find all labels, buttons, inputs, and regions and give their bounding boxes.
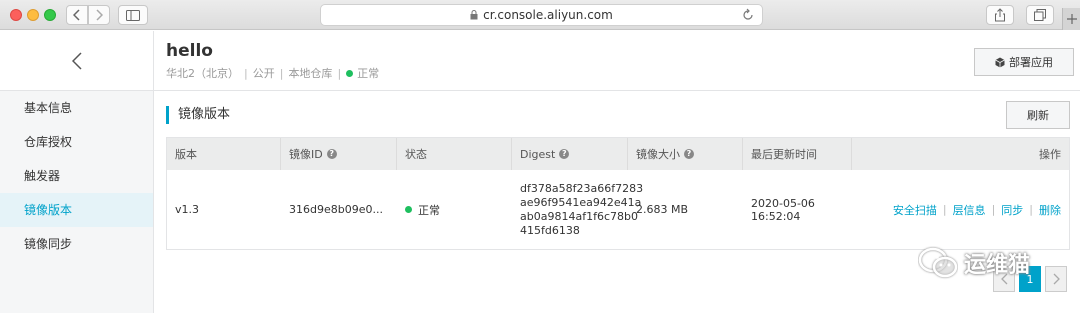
cell-version: v1.3: [175, 203, 200, 216]
visibility-label: 公开: [252, 67, 275, 80]
digest-line: df378a58f23a66f7283: [520, 181, 644, 195]
chevron-left-icon: [71, 51, 82, 70]
column-header-digest: Digest?: [512, 138, 628, 170]
sidebar-menu: 基本信息 仓库授权 触发器 镜像版本 镜像同步: [0, 91, 153, 261]
image-versions-table: 版本 镜像ID? 状态 Digest? 镜像大小? 最后更新时间 操作 v1.3…: [166, 137, 1070, 250]
column-header-status: 状态: [397, 138, 512, 170]
repo-status: 正常: [357, 67, 380, 80]
chevron-right-icon: [96, 9, 103, 21]
lock-icon: [470, 10, 478, 20]
help-icon[interactable]: ?: [684, 149, 694, 159]
digest-line: 415fd6138: [520, 223, 580, 237]
layer-info-link[interactable]: 层信息: [953, 202, 986, 218]
sidebar: 基本信息 仓库授权 触发器 镜像版本 镜像同步: [0, 31, 154, 313]
cube-icon: [995, 57, 1005, 67]
cell-digest: df378a58f23a66f7283 ae96f9541ea942e41a a…: [512, 170, 643, 249]
table-row: v1.3 316d9e8b09e0... 正常 df378a58f23a66f7…: [167, 170, 1069, 250]
page-header: hello 华北2（北京） | 公开 | 本地仓库 | 正常 部署应用: [154, 31, 1080, 91]
column-header-size: 镜像大小?: [628, 138, 743, 170]
url-text: cr.console.aliyun.com: [483, 8, 613, 22]
digest-line: ab0a9814af1f6c78b0: [520, 209, 638, 223]
sidebar-item-image-sync[interactable]: 镜像同步: [0, 227, 153, 261]
sidebar-item-image-versions[interactable]: 镜像版本: [0, 193, 153, 227]
column-header-version: 版本: [167, 138, 281, 170]
tabs-overview-button[interactable]: [1026, 5, 1054, 25]
share-button[interactable]: [986, 5, 1014, 25]
section-title: 镜像版本: [166, 106, 230, 124]
sidebar-item-basic-info[interactable]: 基本信息: [0, 91, 153, 125]
browser-toolbar: cr.console.aliyun.com: [0, 0, 1080, 30]
deploy-app-label: 部署应用: [1009, 56, 1053, 69]
divider: |: [337, 66, 342, 80]
cell-updated: 2020-05-06 16:52:04: [751, 196, 815, 223]
table-header: 版本 镜像ID? 状态 Digest? 镜像大小? 最后更新时间 操作: [167, 138, 1069, 170]
browser-back-button[interactable]: [66, 5, 88, 25]
sync-link[interactable]: 同步: [1001, 202, 1023, 218]
delete-link[interactable]: 删除: [1039, 202, 1061, 218]
close-window-button[interactable]: [10, 9, 22, 21]
region-label: 华北2（北京）: [166, 67, 239, 80]
reload-icon[interactable]: [742, 8, 754, 22]
back-button[interactable]: [0, 31, 153, 91]
sidebar-toggle-button[interactable]: [118, 5, 148, 25]
divider: |: [1029, 203, 1033, 216]
browser-forward-button[interactable]: [88, 5, 110, 25]
address-bar[interactable]: cr.console.aliyun.com: [320, 4, 763, 26]
next-page-button[interactable]: [1045, 266, 1067, 292]
cell-size: 2.683 MB: [636, 203, 689, 216]
status-dot-icon: [405, 206, 412, 213]
deploy-app-button[interactable]: 部署应用: [974, 48, 1074, 76]
watermark: 运维猫: [918, 246, 1030, 280]
column-header-updated: 最后更新时间: [743, 138, 852, 170]
repo-type-label: 本地仓库: [288, 67, 333, 80]
watermark-text: 运维猫: [964, 253, 1031, 278]
divider: |: [244, 66, 248, 80]
column-header-image-id: 镜像ID?: [281, 138, 397, 170]
tabs-icon: [1034, 9, 1046, 21]
status-dot-icon: [346, 69, 354, 77]
divider: |: [991, 203, 996, 216]
refresh-button[interactable]: 刷新: [1006, 101, 1070, 129]
chevron-right-icon: [1053, 273, 1060, 285]
plus-icon: [1066, 14, 1077, 24]
divider: |: [942, 203, 947, 216]
repo-meta: 华北2（北京） | 公开 | 本地仓库 | 正常: [166, 65, 379, 81]
digest-line: ae96f9541ea942e41a: [520, 195, 642, 209]
help-icon[interactable]: ?: [326, 149, 337, 159]
sidebar-item-repo-auth[interactable]: 仓库授权: [0, 125, 153, 159]
status-text: 正常: [418, 203, 440, 217]
new-tab-button[interactable]: [1062, 8, 1080, 30]
sidebar-icon: [126, 9, 140, 21]
share-icon: [995, 8, 1005, 22]
divider: |: [279, 66, 284, 80]
sidebar-item-triggers[interactable]: 触发器: [0, 159, 153, 193]
cell-image-id: 316d9e8b09e0...: [289, 203, 383, 216]
minimize-window-button[interactable]: [27, 9, 39, 21]
security-scan-link[interactable]: 安全扫描: [893, 202, 937, 218]
help-icon[interactable]: ?: [559, 149, 570, 159]
zoom-window-button[interactable]: [44, 9, 56, 21]
cell-status: 正常: [397, 170, 512, 249]
page-title: hello: [166, 41, 213, 61]
chevron-left-icon: [73, 9, 80, 21]
wechat-icon: [918, 247, 958, 278]
column-header-actions: 操作: [1039, 148, 1061, 161]
cell-actions: 安全扫描 | 层信息 | 同步 | 删除: [852, 170, 1069, 249]
